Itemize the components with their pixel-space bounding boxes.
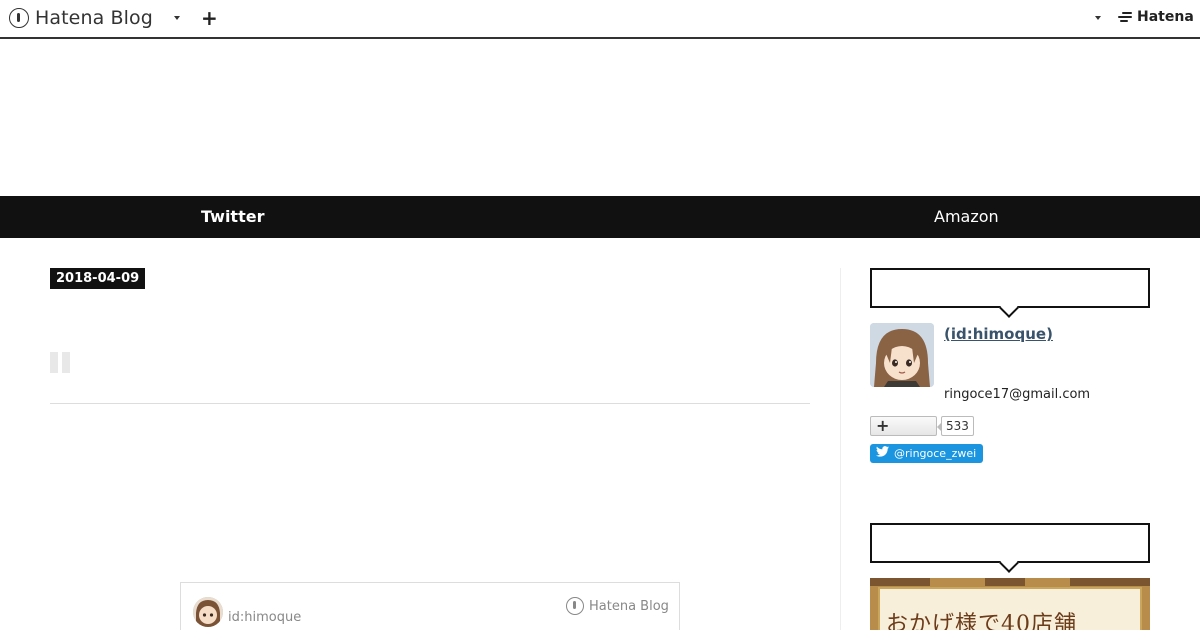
blog-embed-card[interactable]: id:himoque Hatena Blog	[180, 582, 680, 630]
blog-nav-bar: Twitter Amazon	[0, 196, 1200, 238]
sidebar-module-title	[870, 523, 1150, 573]
entry-divider	[50, 403, 810, 404]
profile-name-link[interactable]: (id:himoque)	[944, 325, 1053, 343]
embed-hatena-blog-logo: Hatena Blog	[566, 597, 669, 615]
column-separator	[840, 268, 841, 630]
title-notch	[999, 553, 1019, 573]
title-notch	[999, 298, 1019, 318]
menu-caret-down-icon[interactable]	[1092, 10, 1104, 24]
global-header: Hatena Blog + Hatena	[0, 0, 1200, 39]
pause-icon	[50, 352, 70, 373]
follow-button[interactable]: +	[870, 416, 937, 436]
twitter-bird-icon	[876, 444, 889, 463]
embed-logo-icon	[566, 597, 584, 615]
hatena-blog-logo-icon	[9, 8, 29, 28]
embed-user-id[interactable]: id:himoque	[228, 610, 301, 625]
hatena-blog-logo-text: Hatena Blog	[35, 7, 153, 29]
embed-avatar	[193, 597, 223, 627]
profile-avatar[interactable]	[870, 323, 934, 387]
hatena-blog-logo[interactable]: Hatena Blog	[9, 6, 153, 30]
nav-link-twitter[interactable]: Twitter	[201, 207, 264, 226]
caret-down-icon[interactable]	[171, 10, 185, 24]
ad-stripe	[870, 578, 930, 586]
profile-email: ringoce17@gmail.com	[944, 387, 1091, 402]
hatena-mark-icon	[1118, 10, 1134, 24]
follow-plus-icon: +	[876, 416, 890, 435]
ad-stripe	[1070, 578, 1150, 586]
sidebar-ad-banner[interactable]: おかげ様で40店舗	[870, 578, 1150, 630]
hatena-brand-link[interactable]: Hatena	[1118, 9, 1194, 25]
nav-link-amazon[interactable]: Amazon	[934, 207, 999, 226]
twitter-follow-button[interactable]: @ringoce_zwei	[870, 444, 984, 463]
ad-text: おかげ様で40店舗	[886, 612, 1077, 630]
hatena-brand-text: Hatena	[1137, 9, 1194, 25]
embed-logo-text: Hatena Blog	[589, 598, 669, 614]
twitter-handle: @ringoce_zwei	[894, 447, 977, 460]
add-entry-button[interactable]: +	[201, 6, 218, 30]
profile-module-title	[870, 268, 1150, 318]
follower-count: 533	[937, 416, 974, 436]
ad-stripe	[985, 578, 1025, 586]
entry-date[interactable]: 2018-04-09	[50, 268, 146, 289]
